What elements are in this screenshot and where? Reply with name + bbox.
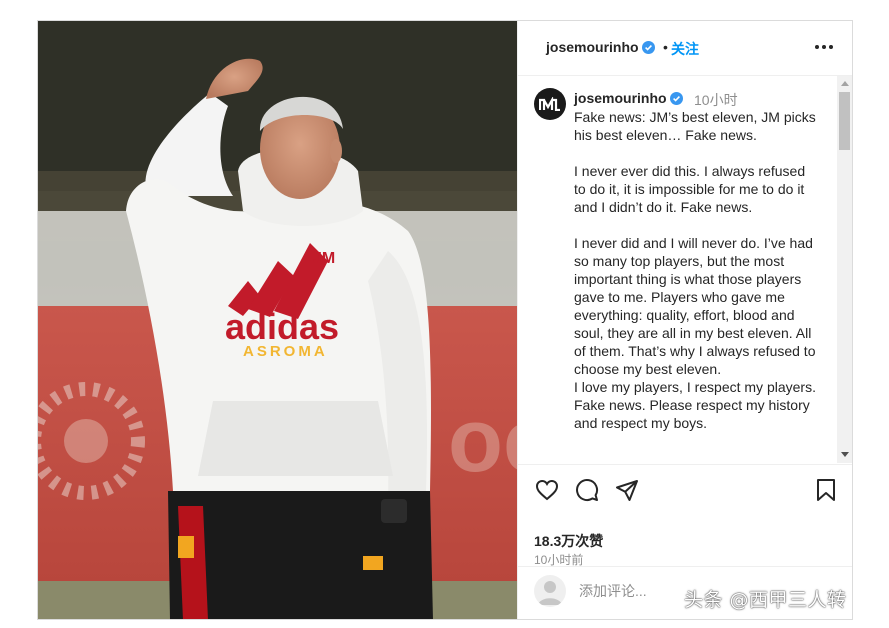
scroll-up-icon[interactable] [841, 81, 849, 86]
header-username[interactable]: josemourinho [546, 39, 655, 57]
watermark: 头条 @西甲三人转 [684, 589, 847, 611]
send-icon[interactable] [615, 478, 639, 507]
caption-username[interactable]: josemourinho [574, 90, 683, 108]
more-options-icon[interactable] [815, 45, 833, 51]
avatar [534, 575, 566, 607]
svg-text:oe: oe [448, 391, 517, 491]
post-dialog: oe adidas ASROMA JM [37, 20, 853, 620]
bookmark-icon[interactable] [815, 478, 837, 507]
like-count[interactable]: 18.3万次赞 [534, 531, 603, 551]
shirt-club-text: ASROMA [243, 343, 328, 360]
avatar[interactable] [534, 88, 566, 120]
verified-badge-icon [669, 92, 683, 108]
caption-scrollbar[interactable] [837, 76, 852, 463]
post-actions: 18.3万次赞 10小时前 [518, 464, 852, 567]
comment-icon[interactable] [575, 478, 599, 507]
scroll-down-icon[interactable] [841, 452, 849, 457]
post-photo[interactable]: oe adidas ASROMA JM [38, 21, 517, 619]
verified-badge-icon [641, 41, 655, 57]
shirt-badge-text: JM [313, 250, 335, 267]
caption-text: Fake news: JM’s best eleven, JM picks hi… [574, 108, 820, 432]
caption-area: josemourinho 10小时 Fake news: JM’s best e… [518, 76, 834, 463]
scroll-thumb[interactable] [839, 92, 850, 150]
follow-button[interactable]: 关注 [671, 39, 699, 59]
caption-line: I love my players, I respect my players. [574, 379, 816, 395]
header-separator: • [663, 39, 668, 55]
jm-logo-icon [539, 97, 560, 111]
caption-time[interactable]: 10小时 [694, 90, 738, 110]
caption-line: I never did and I will never do. I’ve ha… [574, 235, 816, 377]
heart-icon[interactable] [535, 478, 559, 507]
photo-image: oe adidas ASROMA JM [38, 21, 517, 619]
caption-line: Fake news: JM’s best eleven, JM picks hi… [574, 109, 816, 143]
caption-line: Fake news. Please respect my history and… [574, 397, 810, 431]
shirt-brand-text: adidas [225, 306, 339, 347]
caption-line: I never ever did this. I always refused … [574, 163, 806, 215]
post-header: josemourinho • 关注 [518, 21, 852, 76]
post-side-panel: josemourinho • 关注 josemourinho 10小时 Fake… [517, 21, 852, 619]
